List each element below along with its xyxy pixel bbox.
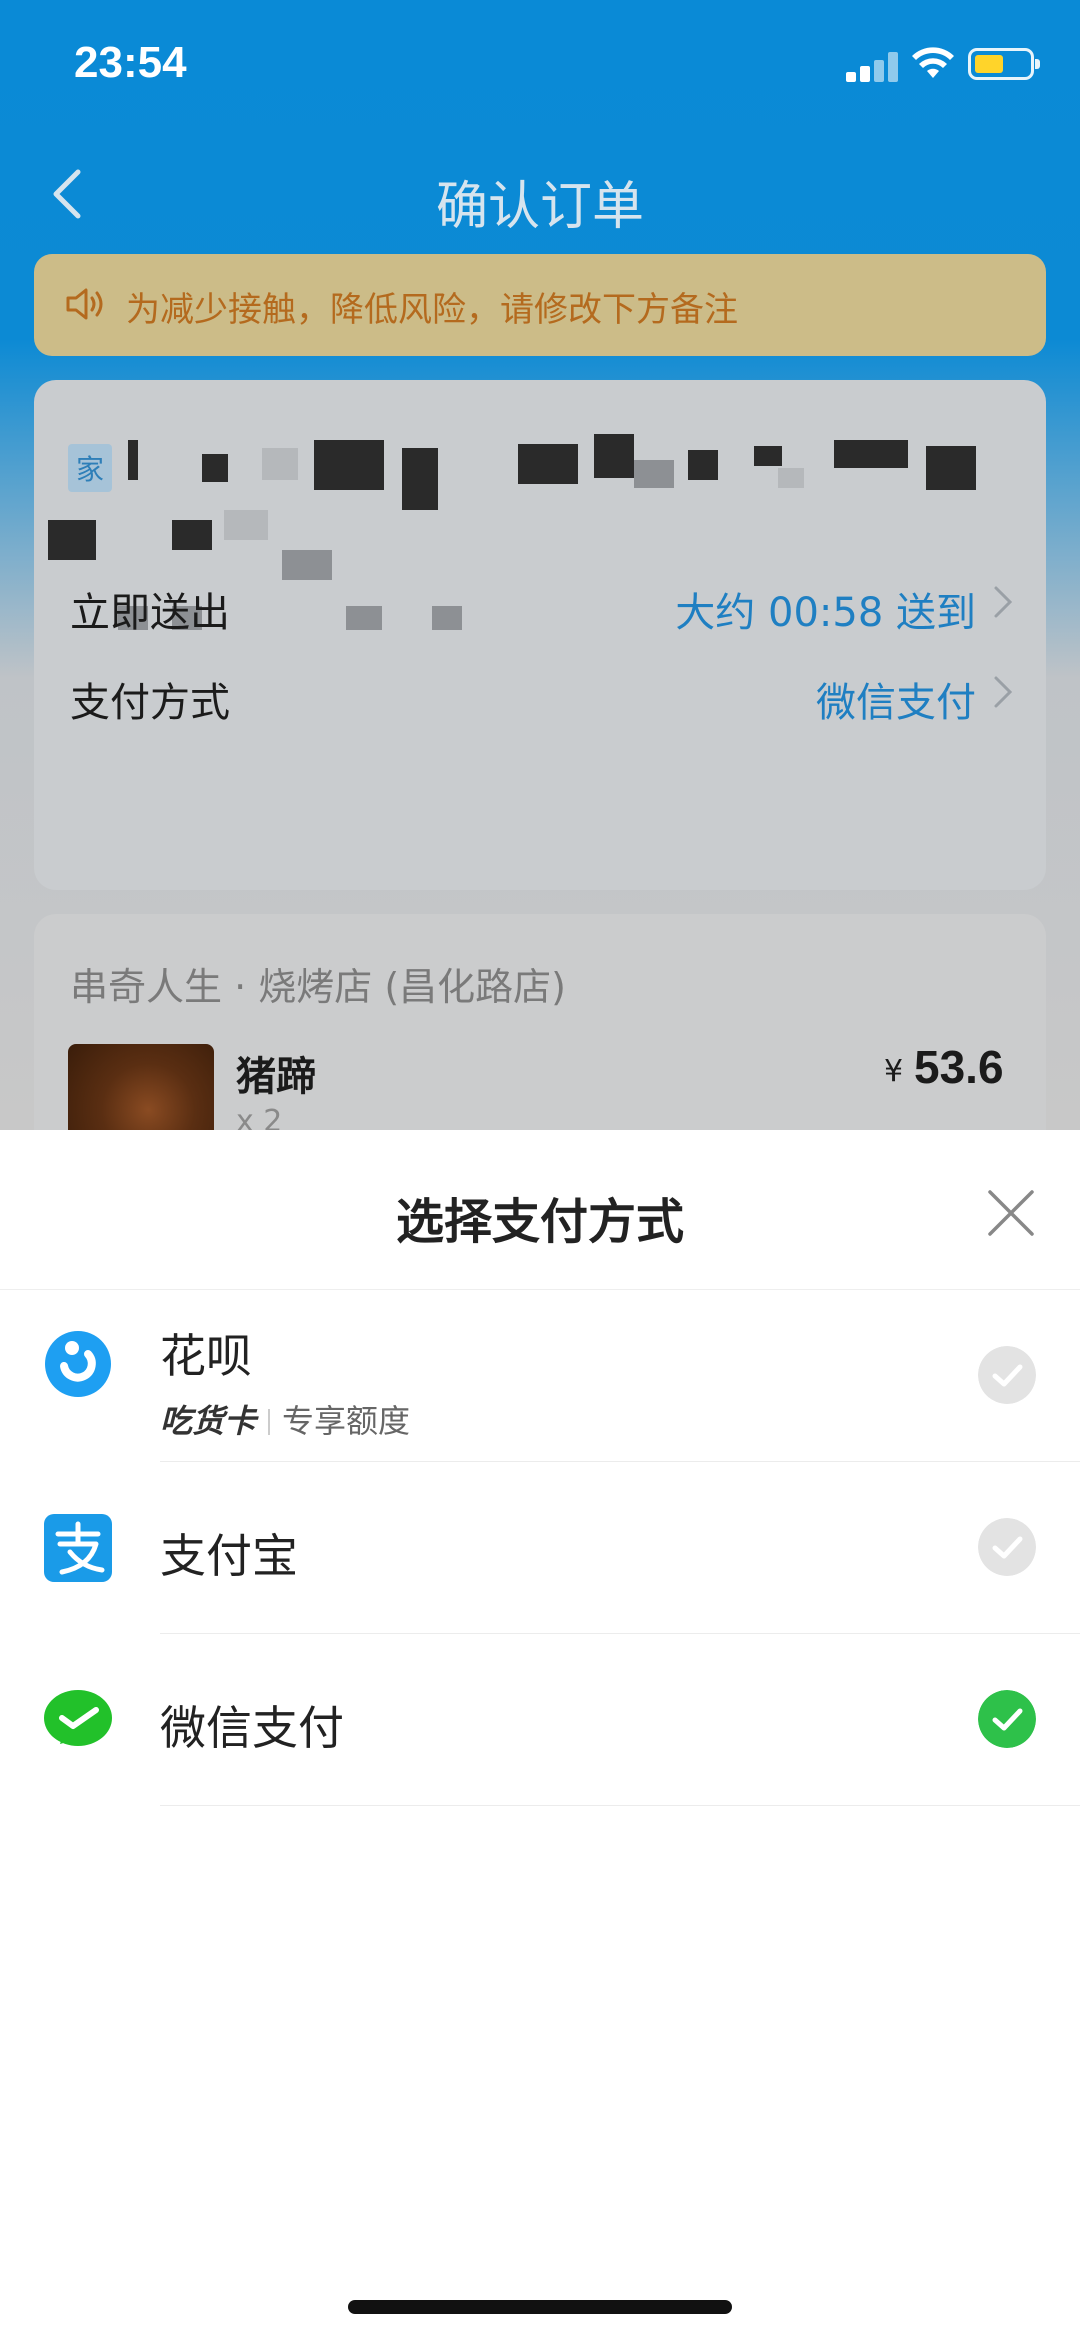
sheet-header: 选择支付方式 — [0, 1130, 1080, 1290]
item-price: 53.6 — [914, 1041, 1004, 1093]
payment-option-wechat-pay[interactable]: 微信支付 — [0, 1634, 1080, 1806]
payment-option-label: 花呗 — [160, 1329, 252, 1383]
check-circle-selected-icon[interactable] — [978, 1690, 1036, 1748]
chevron-right-icon[interactable] — [992, 672, 1016, 712]
wifi-icon — [912, 47, 954, 78]
payment-option-huabei[interactable]: 花呗 吃货卡 专享额度 — [0, 1290, 1080, 1462]
sheet-title: 选择支付方式 — [395, 1194, 684, 1250]
delivery-label: 立即送出 — [70, 590, 230, 636]
payment-option-subtitle: 吃货卡 专享额度 — [160, 1396, 410, 1442]
exclusive-quota-label: 专享额度 — [282, 1402, 411, 1440]
item-name: 猪蹄 — [236, 1054, 316, 1100]
chevron-right-icon[interactable] — [992, 582, 1016, 622]
address-card: 家 立即送出 大约 00:58 送到 支付方式 微信支付 — [34, 380, 1046, 890]
currency-symbol: ¥ — [884, 1054, 904, 1089]
status-bar: 23:54 — [0, 0, 1080, 130]
payment-method-value[interactable]: 微信支付 — [816, 670, 976, 728]
battery-icon — [968, 48, 1040, 80]
order-page-background: 23:54 确认订单 为减少接触，降低风险，请修改下方备注 家 立即送出 大约 … — [0, 0, 1080, 1174]
chihuoka-label: 吃货卡 — [160, 1402, 257, 1440]
huabei-icon — [45, 1331, 111, 1397]
payment-option-label: 支付宝 — [160, 1529, 298, 1583]
signal-icon — [846, 52, 898, 82]
status-time: 23:54 — [74, 38, 187, 87]
home-indicator[interactable] — [348, 2300, 732, 2314]
close-icon[interactable] — [984, 1186, 1038, 1240]
alipay-icon — [44, 1514, 112, 1582]
notice-text: 为减少接触，降低风险，请修改下方备注 — [126, 290, 738, 330]
delivery-time-value[interactable]: 大约 00:58 送到 — [675, 580, 976, 638]
payment-method-label: 支付方式 — [70, 680, 230, 726]
notice-banner: 为减少接触，降低风险，请修改下方备注 — [34, 254, 1046, 356]
address-tag: 家 — [68, 444, 113, 492]
payment-method-sheet: 选择支付方式 花呗 吃货卡 专享额度 支付宝 微信支付 — [0, 1130, 1080, 2339]
payment-option-alipay[interactable]: 支付宝 — [0, 1462, 1080, 1634]
check-circle-icon[interactable] — [978, 1518, 1036, 1576]
nav-bar: 确认订单 — [0, 150, 1080, 240]
speaker-icon — [66, 288, 103, 320]
wechat-pay-icon — [44, 1690, 112, 1746]
check-circle-icon[interactable] — [978, 1346, 1036, 1404]
shop-name: 串奇人生 · 烧烤店 (昌化路店) — [70, 965, 566, 1009]
payment-option-label: 微信支付 — [160, 1701, 344, 1755]
page-title: 确认订单 — [435, 177, 644, 237]
